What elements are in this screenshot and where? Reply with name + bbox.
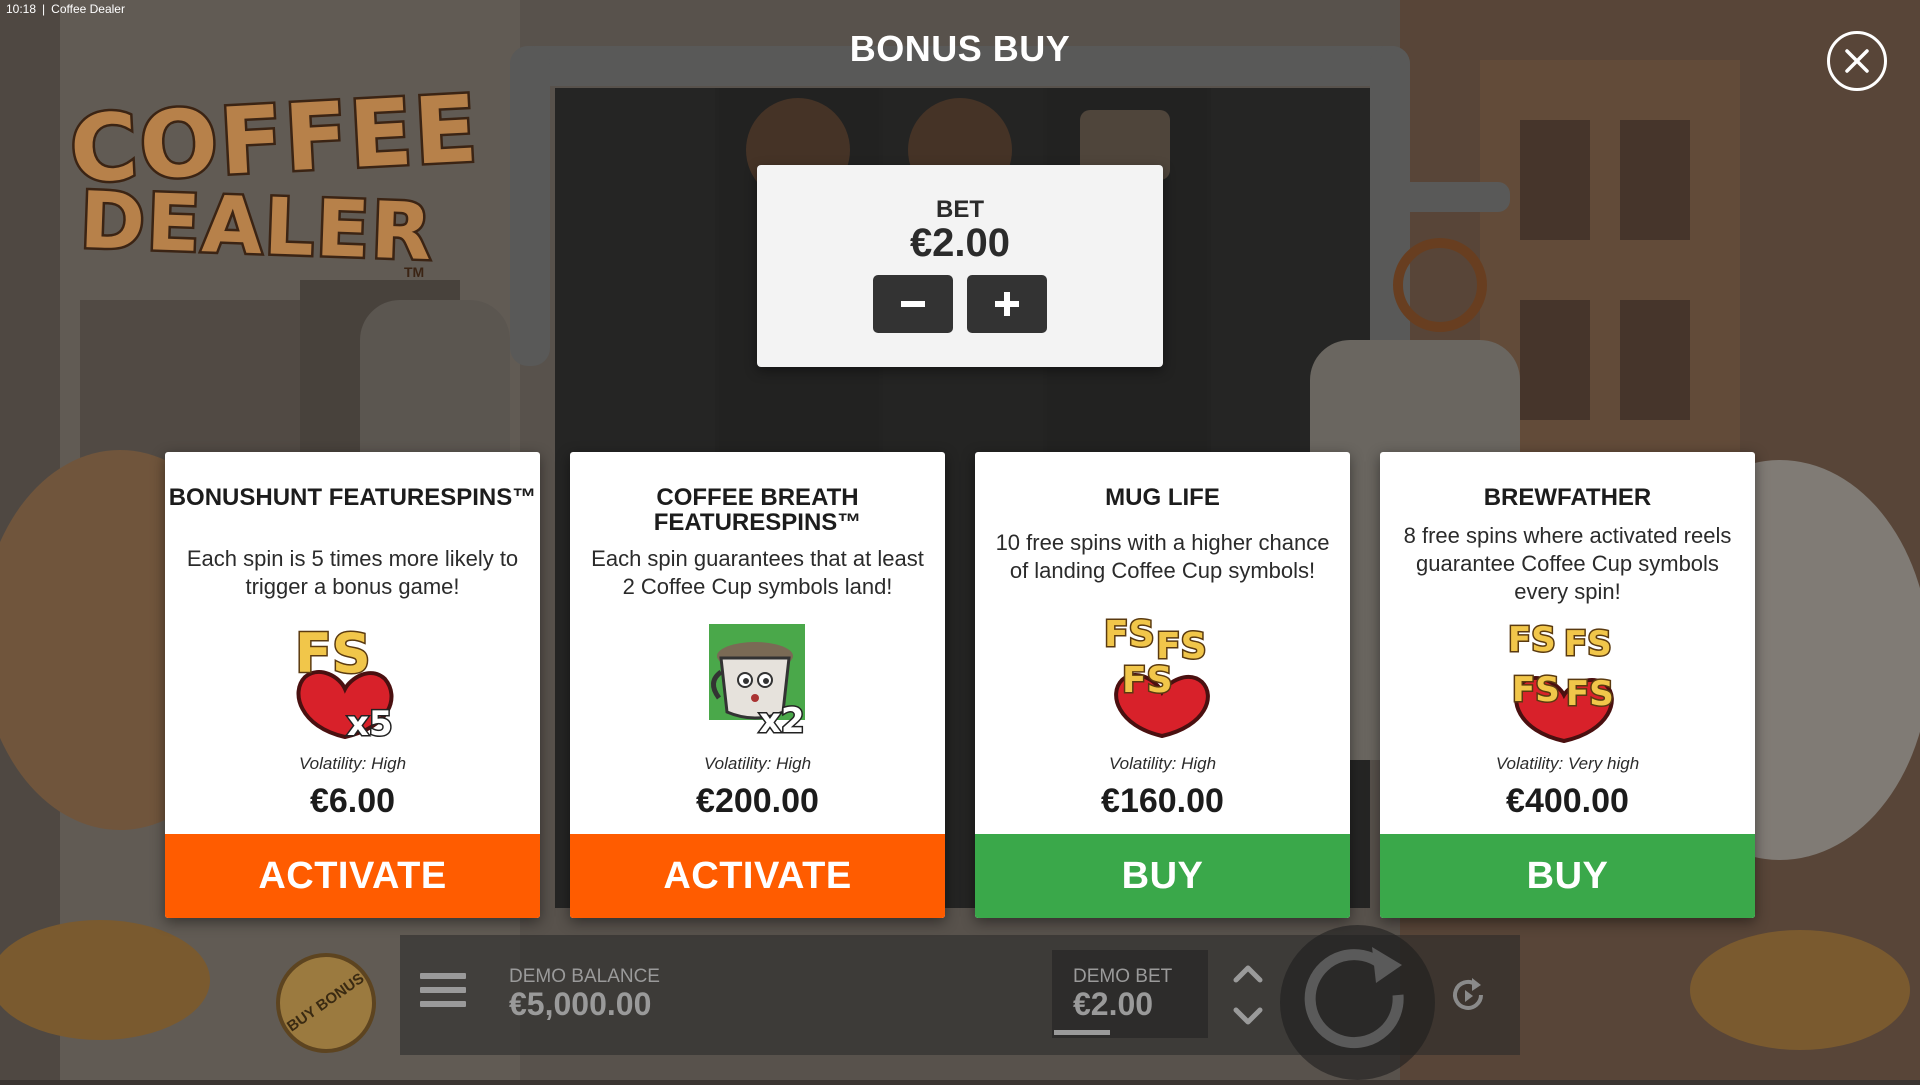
activate-button[interactable]: ACTIVATE [165, 834, 540, 918]
activate-button[interactable]: ACTIVATE [570, 834, 945, 918]
demo-bet-label: DEMO BET [1073, 966, 1173, 987]
card-description: 10 free spins with a higher chance of la… [995, 530, 1330, 583]
plus-icon [995, 292, 1019, 316]
card-title: MUG LIFE [1105, 484, 1220, 511]
card-volatility: Volatility: High [703, 754, 812, 773]
bet-label: BET [936, 196, 984, 223]
fs-quad-icon: FS FS FS FS [1507, 619, 1615, 744]
status-separator: | [42, 2, 46, 16]
spin-icon [1304, 947, 1404, 1049]
card-price: €200.00 [696, 782, 819, 820]
card-description: Each spin guarantees that at least 2 Cof… [591, 546, 924, 599]
game-logo: COFFEE DEALER TM [65, 73, 484, 286]
card-price: €6.00 [309, 782, 396, 820]
balance-value: €5,000.00 [509, 986, 652, 1022]
art-multiplier-text: x5 [347, 704, 393, 742]
art-fs-text-4: FS [1566, 674, 1614, 714]
art-fs-text-1: FS [1508, 620, 1556, 660]
card-title: BREWFATHER [1483, 484, 1652, 511]
logo-line2: DEALER [76, 173, 437, 280]
bet-panel: BET €2.00 [757, 165, 1163, 367]
coffee-cup-x2-icon: x2 [709, 624, 806, 737]
minus-icon [901, 301, 925, 307]
card-volatility: Volatility: High [1108, 754, 1217, 773]
status-time: 10:18 [6, 2, 37, 16]
chevron-up-icon [1233, 965, 1263, 983]
card-title: COFFEE BREATH FEATURESPINS™ [653, 484, 862, 536]
logo-trademark: TM [404, 264, 425, 280]
card-price: €160.00 [1101, 782, 1224, 820]
bet-arrows[interactable] [1228, 960, 1268, 1030]
bet-decrease-button[interactable] [873, 275, 953, 333]
fs-x5-icon: FS x5 [294, 621, 395, 743]
dialog-title: BONUS BUY [849, 28, 1071, 69]
bonus-card-mug-life: MUG LIFE 10 free spins with a higher cha… [975, 452, 1350, 918]
status-bar: 10:18 | Coffee Dealer [6, 2, 131, 16]
bet-increase-button[interactable] [967, 275, 1047, 333]
status-app-name: Coffee Dealer [51, 2, 125, 16]
card-description: Each spin is 5 times more likely to trig… [186, 546, 519, 599]
card-description: 8 free spins where activated reels guara… [1403, 523, 1732, 604]
fs-triple-icon: FS FS FS [1103, 613, 1210, 739]
balance-label: DEMO BALANCE [509, 966, 660, 987]
close-button[interactable] [1827, 31, 1887, 91]
menu-button[interactable] [420, 973, 466, 1011]
menu-icon-line [420, 1001, 466, 1007]
card-title: BONUSHUNT FEATURESPINS™ [168, 484, 537, 511]
autoplay-icon[interactable] [1447, 975, 1489, 1017]
chevron-down-icon [1233, 1007, 1263, 1025]
card-price: €400.00 [1506, 782, 1629, 820]
art-multiplier-text: x2 [759, 701, 805, 737]
spin-button[interactable] [1280, 925, 1435, 1080]
buy-button[interactable]: BUY [975, 834, 1350, 918]
card-volatility: Volatility: Very high [1495, 754, 1640, 773]
art-fs-text-3: FS [1512, 670, 1560, 710]
art-fs-text-3: FS [1122, 660, 1173, 701]
menu-icon-line [420, 987, 466, 993]
demo-bet-value: €2.00 [1073, 986, 1154, 1022]
menu-icon-line [420, 973, 466, 979]
bonus-card-bonushunt: BONUSHUNT FEATURESPINS™ Each spin is 5 t… [165, 452, 540, 918]
bet-underline [1054, 1030, 1110, 1035]
buy-button[interactable]: BUY [1380, 834, 1755, 918]
art-fs-text: FS [295, 622, 371, 685]
close-icon [1845, 49, 1869, 73]
art-fs-text-1: FS [1104, 614, 1155, 655]
bonus-card-coffee-breath: COFFEE BREATH FEATURESPINS™ Each spin gu… [570, 452, 945, 918]
art-fs-text-2: FS [1564, 624, 1612, 664]
card-volatility: Volatility: High [298, 754, 407, 773]
bonus-card-brewfather: BREWFATHER 8 free spins where activated … [1380, 452, 1755, 918]
bet-value: €2.00 [909, 221, 1011, 265]
